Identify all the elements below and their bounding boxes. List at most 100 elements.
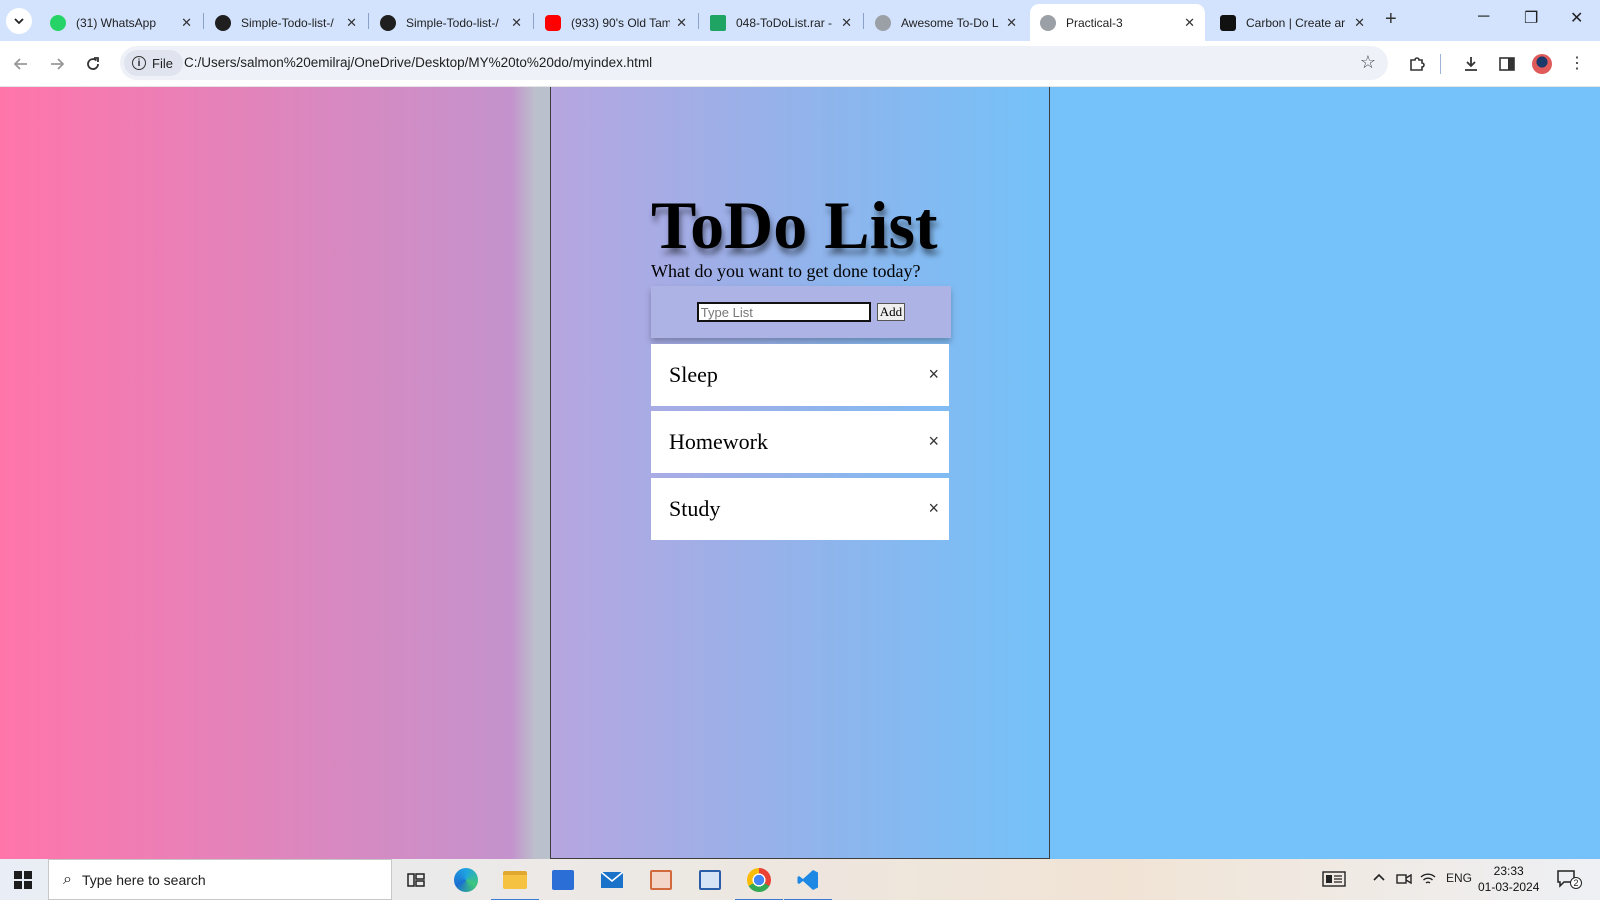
globe-icon xyxy=(1040,14,1056,31)
tab-strip: (31) WhatsApp ✕ Simple-Todo-list-/ ✕ Sim… xyxy=(0,0,1600,41)
list-item: Homework × xyxy=(651,411,949,473)
close-icon[interactable]: ✕ xyxy=(346,15,357,31)
chevron-up-icon[interactable] xyxy=(1372,871,1386,888)
tab-separator xyxy=(863,13,864,29)
task-view-icon xyxy=(407,873,425,887)
site-info-chip[interactable]: i File xyxy=(124,50,183,76)
windows-taskbar: ⌕ Type here to search ENG 23:33 01-03-20… xyxy=(0,859,1600,900)
remove-item-icon[interactable]: × xyxy=(928,364,939,385)
notification-badge: 2 xyxy=(1570,877,1582,889)
reload-button[interactable] xyxy=(82,53,104,75)
tab-awesome-todo[interactable]: Awesome To-Do L ✕ xyxy=(865,4,1027,41)
todo-input[interactable] xyxy=(696,302,871,322)
google-drive-icon xyxy=(710,14,726,31)
close-icon[interactable]: ✕ xyxy=(511,15,522,31)
url-text[interactable]: C:/Users/salmon%20emilraj/OneDrive/Deskt… xyxy=(184,55,652,70)
taskbar-word[interactable] xyxy=(696,866,724,894)
tab-github-1[interactable]: Simple-Todo-list-/ ✕ xyxy=(205,4,367,41)
taskbar-powerpoint[interactable] xyxy=(647,866,675,894)
menu-button[interactable]: ⋮ xyxy=(1566,53,1588,75)
kebab-menu-icon: ⋮ xyxy=(1569,55,1585,72)
minimize-button[interactable]: ─ xyxy=(1478,8,1489,26)
vscode-icon xyxy=(797,870,818,890)
side-panel-button[interactable] xyxy=(1496,53,1518,75)
wifi-icon[interactable] xyxy=(1420,871,1436,890)
page-viewport: ToDo List What do you want to get done t… xyxy=(0,87,1600,859)
chrome-icon xyxy=(747,868,771,892)
tab-separator xyxy=(203,13,204,29)
tab-title: Practical-3 xyxy=(1066,15,1123,30)
tab-practical-3[interactable]: Practical-3 ✕ xyxy=(1030,4,1205,41)
search-icon: ⌕ xyxy=(63,870,72,888)
powerpoint-icon xyxy=(650,870,672,890)
arrow-left-icon xyxy=(13,58,27,70)
tab-whatsapp[interactable]: (31) WhatsApp ✕ xyxy=(40,4,202,41)
taskbar-vscode[interactable] xyxy=(784,866,832,900)
bookmark-star-icon[interactable]: ☆ xyxy=(1360,52,1376,73)
remove-item-icon[interactable]: × xyxy=(928,498,939,519)
language-indicator[interactable]: ENG xyxy=(1446,871,1472,885)
todo-page-body: ToDo List What do you want to get done t… xyxy=(550,87,1050,859)
globe-icon xyxy=(875,14,891,31)
tab-separator xyxy=(698,13,699,29)
tab-google-drive[interactable]: 048-ToDoList.rar - ✕ xyxy=(700,4,862,41)
tab-separator xyxy=(368,13,369,29)
add-item-form: Add xyxy=(651,286,951,338)
youtube-icon xyxy=(545,14,561,31)
forward-button[interactable] xyxy=(46,53,68,75)
tab-title: Simple-Todo-list-/ xyxy=(241,15,334,30)
add-button[interactable]: Add xyxy=(876,303,906,321)
tab-title: 048-ToDoList.rar - xyxy=(736,15,833,30)
store-icon xyxy=(552,870,574,890)
carbon-icon xyxy=(1220,14,1236,31)
github-icon xyxy=(215,14,231,31)
download-icon xyxy=(1465,57,1477,71)
close-icon[interactable]: ✕ xyxy=(1006,15,1017,31)
back-button[interactable] xyxy=(10,53,32,75)
page-title: ToDo List xyxy=(651,187,938,263)
extensions-button[interactable] xyxy=(1406,53,1428,75)
tab-search-button[interactable] xyxy=(6,8,32,34)
avatar xyxy=(1532,54,1552,74)
taskbar-chrome[interactable] xyxy=(735,866,783,900)
close-icon[interactable]: ✕ xyxy=(841,15,852,31)
todo-list: Sleep × Homework × Study × xyxy=(651,344,951,540)
taskbar-search-box[interactable]: ⌕ Type here to search xyxy=(48,859,392,900)
tab-title: (31) WhatsApp xyxy=(76,15,157,30)
tab-github-2[interactable]: Simple-Todo-list-/ ✕ xyxy=(370,4,532,41)
task-view-button[interactable] xyxy=(402,866,430,894)
close-icon[interactable]: ✕ xyxy=(181,15,192,31)
close-icon[interactable]: ✕ xyxy=(1184,15,1195,31)
taskbar-search-placeholder: Type here to search xyxy=(81,871,206,888)
tab-title: Simple-Todo-list-/ xyxy=(406,15,499,30)
system-clock[interactable]: 23:33 01-03-2024 xyxy=(1478,863,1539,895)
news-widget-icon[interactable] xyxy=(1322,871,1346,890)
close-window-button[interactable]: ✕ xyxy=(1570,8,1583,28)
notification-center-icon[interactable]: 2 xyxy=(1556,869,1582,892)
windows-start-button[interactable] xyxy=(14,871,32,889)
taskbar-store[interactable] xyxy=(549,866,577,894)
close-icon[interactable]: ✕ xyxy=(1354,15,1365,31)
page-subtitle: What do you want to get done today? xyxy=(651,261,921,281)
meet-now-icon[interactable] xyxy=(1396,871,1412,890)
list-item: Sleep × xyxy=(651,344,949,406)
downloads-button[interactable] xyxy=(1460,53,1482,75)
tab-youtube[interactable]: (933) 90's Old Tam ✕ xyxy=(535,4,697,41)
taskbar-mail[interactable] xyxy=(598,866,626,894)
taskbar-file-explorer[interactable] xyxy=(491,866,539,900)
restore-button[interactable]: ❐ xyxy=(1524,8,1538,28)
clock-date: 01-03-2024 xyxy=(1478,880,1540,894)
word-icon xyxy=(699,870,721,890)
profile-button[interactable] xyxy=(1531,53,1553,75)
whatsapp-icon xyxy=(50,14,66,31)
taskbar-edge[interactable] xyxy=(452,866,480,894)
new-tab-button[interactable]: + xyxy=(1385,8,1397,31)
close-icon[interactable]: ✕ xyxy=(676,15,687,31)
address-bar[interactable]: i File C:/Users/salmon%20emilraj/OneDriv… xyxy=(120,46,1388,80)
remove-item-icon[interactable]: × xyxy=(928,431,939,452)
todo-item-text: Study xyxy=(669,496,721,521)
scheme-label: File xyxy=(152,55,173,71)
info-icon: i xyxy=(132,56,146,70)
tab-carbon[interactable]: Carbon | Create ar ✕ xyxy=(1210,4,1375,41)
todo-container: ToDo List What do you want to get done t… xyxy=(651,187,951,545)
